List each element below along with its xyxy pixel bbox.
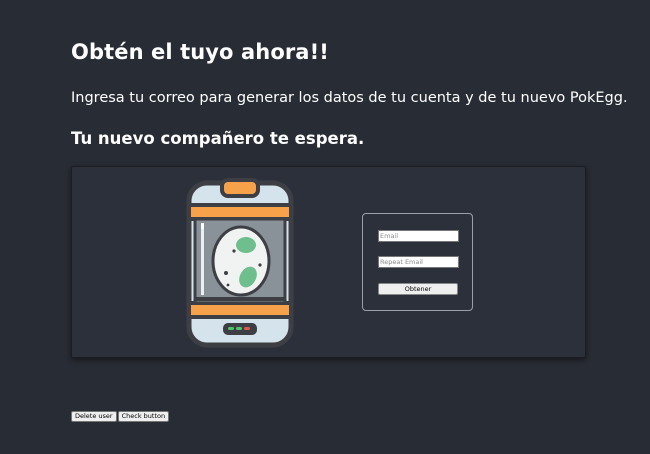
repeat-email-field[interactable] — [378, 256, 459, 268]
footer-buttons: Delete user Check button — [71, 411, 170, 422]
check-button[interactable]: Check button — [117, 411, 170, 422]
obtener-button[interactable]: Obtener — [378, 283, 458, 295]
signup-panel: Obtener — [71, 166, 586, 358]
email-form: Obtener — [362, 213, 473, 311]
egg-incubator-icon — [186, 178, 294, 348]
page-title: Obtén el tuyo ahora!! — [71, 40, 329, 64]
delete-user-button[interactable]: Delete user — [71, 411, 117, 422]
email-field[interactable] — [378, 230, 459, 242]
page-subtitle: Tu nuevo compañero te espera. — [71, 129, 365, 148]
intro-text: Ingresa tu correo para generar los datos… — [71, 90, 628, 106]
